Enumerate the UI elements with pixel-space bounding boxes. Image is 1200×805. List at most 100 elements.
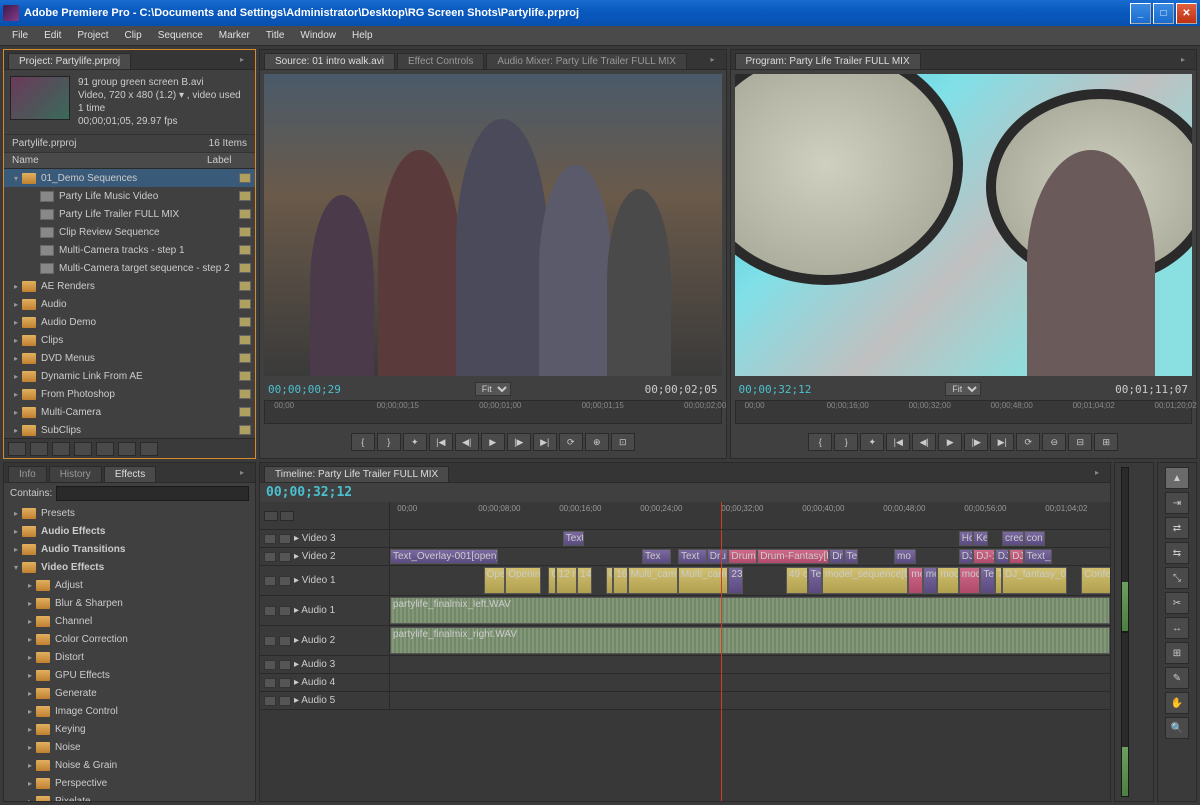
track-header[interactable]: ▸ Audio 4 [260,674,390,691]
timeline-clip[interactable]: 12 ma [556,567,578,594]
twisty-icon[interactable]: ▸ [10,509,22,518]
twisty-icon[interactable]: ▸ [24,725,36,734]
timeline-clip[interactable]: Text_Overlay-001[open]0 [390,549,498,564]
zoom-tool[interactable]: 🔍 [1165,717,1189,739]
label-swatch[interactable] [239,317,251,327]
timeline-clip[interactable]: partylife_finalmix_left.WAV [390,597,1110,624]
razor-tool[interactable]: ✂ [1165,592,1189,614]
track-select-tool[interactable]: ⇥ [1165,492,1189,514]
label-swatch[interactable] [239,227,251,237]
timeline-clip[interactable]: con [1024,531,1046,546]
track-content[interactable]: Text_Overlay-001[open]0TexTextDruDrumDru… [390,548,1110,565]
new-item-button[interactable] [118,442,136,456]
trim-button[interactable]: ⊞ [1094,433,1118,451]
project-item[interactable]: Party Life Trailer FULL MIX [4,205,255,223]
menu-window[interactable]: Window [292,28,344,43]
source-zoom-select[interactable]: Fit [475,382,511,396]
zoom-tool[interactable] [280,511,294,521]
timeline-clip[interactable]: Te [844,549,858,564]
twisty-icon[interactable]: ▸ [24,743,36,752]
label-swatch[interactable] [239,425,251,435]
label-swatch[interactable] [239,335,251,345]
timeline-clip[interactable]: Open [484,567,506,594]
timeline-clip[interactable]: Opening_ [505,567,541,594]
effects-tree[interactable]: ▸Presets▸Audio Effects▸Audio Transitions… [4,504,255,801]
track-content[interactable] [390,692,1110,709]
mark-out-button[interactable]: } [834,433,858,451]
project-tree[interactable]: ▾01_Demo SequencesParty Life Music Video… [4,169,255,438]
maximize-button[interactable]: □ [1153,3,1174,24]
effect-item[interactable]: ▸Image Control [4,702,255,720]
ripple-edit-tool[interactable]: ⇄ [1165,517,1189,539]
find-button[interactable] [74,442,92,456]
project-item[interactable]: Party Life Music Video [4,187,255,205]
column-label[interactable]: Label [207,155,247,166]
selection-tool[interactable]: ▲ [1165,467,1189,489]
label-swatch[interactable] [239,353,251,363]
tab-source[interactable]: Audio Mixer: Party Life Trailer FULL MIX [486,53,687,69]
toggle-output-icon[interactable] [264,636,276,646]
effect-item[interactable]: ▸Noise [4,738,255,756]
program-time-ruler[interactable]: 00;0000;00;16;0000;00;32;0000;00;48;0000… [735,400,1193,424]
menu-help[interactable]: Help [344,28,381,43]
track-header[interactable]: ▸ Video 2 [260,548,390,565]
column-name[interactable]: Name [12,155,199,166]
panel-menu-icon[interactable] [1181,54,1193,66]
effect-item[interactable]: ▸Adjust [4,576,255,594]
label-swatch[interactable] [239,407,251,417]
label-swatch[interactable] [239,299,251,309]
loop-button[interactable]: ⟳ [559,433,583,451]
set-marker-button[interactable]: ✦ [403,433,427,451]
track-content[interactable]: partylife_finalmix_right.WAV [390,626,1110,655]
tab-project[interactable]: Project: Partylife.prproj [8,53,131,69]
project-item[interactable]: ▸Dynamic Link From AE [4,367,255,385]
source-timecode-in[interactable]: 00;00;00;29 [268,383,341,396]
panel-menu-icon[interactable] [240,467,252,479]
twisty-icon[interactable]: ▾ [10,174,22,183]
effect-item[interactable]: ▸Color Correction [4,630,255,648]
menu-project[interactable]: Project [69,28,116,43]
breadcrumb[interactable]: Partylife.prproj [12,138,76,149]
panel-menu-icon[interactable] [1095,467,1107,479]
mark-out-button[interactable]: } [377,433,401,451]
timeline-clip[interactable]: Drum [728,549,757,564]
step-back-button[interactable]: ◀| [455,433,479,451]
panel-menu-icon[interactable] [240,54,252,66]
timeline-clip[interactable]: 16 [613,567,627,594]
timeline-clip[interactable]: Text_ [1024,549,1053,564]
timeline-clip[interactable]: Text [563,531,585,546]
label-swatch[interactable] [239,281,251,291]
tab-timeline[interactable]: Timeline: Party Life Trailer FULL MIX [264,466,449,482]
timeline-ruler[interactable]: 00;0000;00;08;0000;00;16;0000;00;24;0000… [390,502,1110,529]
label-swatch[interactable] [239,173,251,183]
twisty-icon[interactable]: ▸ [24,581,36,590]
timeline-clip[interactable]: mo [908,567,922,594]
timeline-timecode[interactable]: 00;00;32;12 [266,485,352,500]
play-button[interactable]: ▶ [481,433,505,451]
track-header[interactable]: ▸ Video 1 [260,566,390,595]
twisty-icon[interactable]: ▾ [10,563,22,572]
program-zoom-select[interactable]: Fit [945,382,981,396]
goto-out-button[interactable]: ▶| [533,433,557,451]
minimize-button[interactable]: _ [1130,3,1151,24]
track-content[interactable]: OpenOpening_C12 ma14AC16Multi_camMulti_c… [390,566,1110,595]
timeline-clip[interactable]: DJ [995,549,1009,564]
twisty-icon[interactable]: ▸ [10,300,22,309]
twisty-icon[interactable]: ▸ [24,635,36,644]
slip-tool[interactable]: ↔ [1165,617,1189,639]
program-video-display[interactable] [735,74,1193,376]
twisty-icon[interactable]: ▸ [24,761,36,770]
goto-out-button[interactable]: ▶| [990,433,1014,451]
toggle-output-icon[interactable] [264,552,276,562]
step-fwd-button[interactable]: |▶ [507,433,531,451]
effect-item[interactable]: ▸Presets [4,504,255,522]
timeline-clip[interactable]: mod [937,567,959,594]
tab-source[interactable]: Source: 01 intro walk.avi [264,53,395,69]
play-button[interactable]: ▶ [938,433,962,451]
effect-item[interactable]: ▸Perspective [4,774,255,792]
twisty-icon[interactable]: ▸ [10,527,22,536]
timeline-clip[interactable]: 14A [577,567,591,594]
list-view-button[interactable] [8,442,26,456]
mark-in-button[interactable]: { [351,433,375,451]
twisty-icon[interactable]: ▸ [10,336,22,345]
